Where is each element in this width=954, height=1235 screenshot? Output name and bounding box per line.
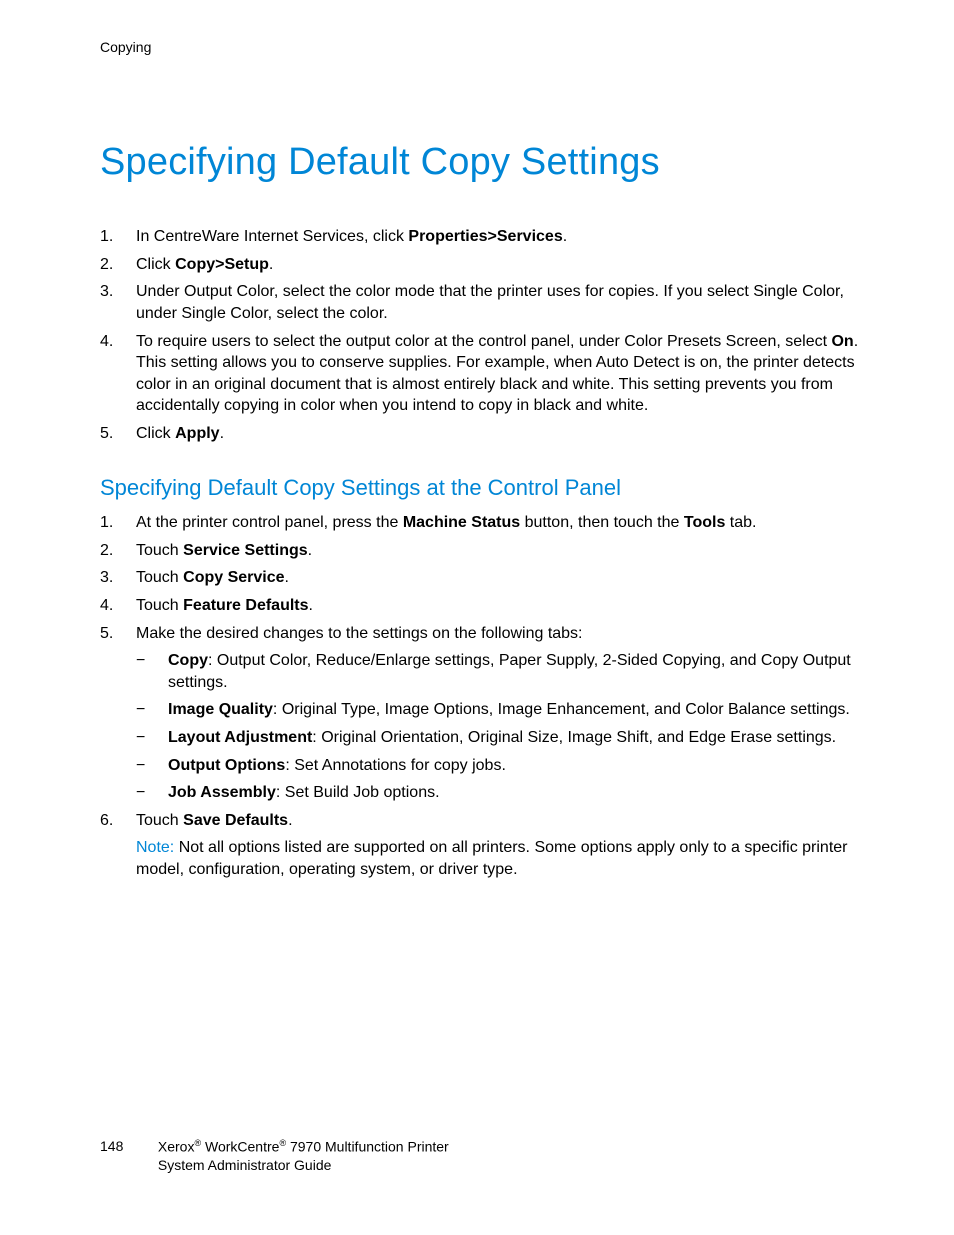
- text: .: [269, 256, 273, 273]
- text: button, then touch the: [520, 514, 684, 531]
- procedure-list-2: At the printer control panel, press the …: [100, 512, 868, 831]
- list-item: Touch Copy Service.: [100, 567, 868, 589]
- text: : Output Color, Reduce/Enlarge settings,…: [168, 652, 851, 691]
- list-item: Touch Save Defaults.: [100, 810, 868, 832]
- sub-list-item: Output Options: Set Annotations for copy…: [136, 755, 868, 777]
- bold-text: Job Assembly: [168, 784, 276, 801]
- text: : Original Orientation, Original Size, I…: [312, 729, 836, 746]
- bold-text: Layout Adjustment: [168, 729, 312, 746]
- text: Touch: [136, 569, 183, 586]
- bold-text: Apply: [175, 425, 219, 442]
- list-item: To require users to select the output co…: [100, 331, 868, 417]
- sub-list-item: Copy: Output Color, Reduce/Enlarge setti…: [136, 650, 868, 693]
- sub-list-item: Job Assembly: Set Build Job options.: [136, 782, 868, 804]
- text: Click: [136, 256, 175, 273]
- text: Make the desired changes to the settings…: [136, 625, 583, 642]
- section-heading: Specifying Default Copy Settings at the …: [100, 473, 868, 503]
- page-number: 148: [100, 1137, 154, 1156]
- text: .: [288, 812, 292, 829]
- list-item: At the printer control panel, press the …: [100, 512, 868, 534]
- bold-text: Copy>Setup: [175, 256, 269, 273]
- bold-text: Machine Status: [403, 514, 520, 531]
- text: .: [308, 542, 312, 559]
- bold-text: On: [831, 333, 853, 350]
- footer-text: Xerox® WorkCentre® 7970 Multifunction Pr…: [158, 1137, 449, 1175]
- text: : Set Build Job options.: [276, 784, 440, 801]
- bold-text: Feature Defaults: [183, 597, 308, 614]
- brand: Xerox: [158, 1138, 195, 1154]
- text: tab.: [725, 514, 756, 531]
- list-item: Make the desired changes to the settings…: [100, 623, 868, 804]
- procedure-list-1: In CentreWare Internet Services, click P…: [100, 226, 868, 444]
- text: .: [285, 569, 289, 586]
- text: Click: [136, 425, 175, 442]
- bold-text: Properties>Services: [408, 228, 562, 245]
- sub-list-item: Image Quality: Original Type, Image Opti…: [136, 699, 868, 721]
- list-item: Touch Service Settings.: [100, 540, 868, 562]
- text: .: [563, 228, 567, 245]
- bold-text: Copy Service: [183, 569, 284, 586]
- text: To require users to select the output co…: [136, 333, 831, 350]
- text: Touch: [136, 597, 183, 614]
- sub-list: Copy: Output Color, Reduce/Enlarge setti…: [136, 650, 868, 804]
- bold-text: Save Defaults: [183, 812, 288, 829]
- text: At the printer control panel, press the: [136, 514, 403, 531]
- text: : Set Annotations for copy jobs.: [285, 757, 506, 774]
- text: Touch: [136, 812, 183, 829]
- sub-list-item: Layout Adjustment: Original Orientation,…: [136, 727, 868, 749]
- bold-text: Output Options: [168, 757, 285, 774]
- product-name: 7970 Multifunction Printer: [286, 1138, 449, 1154]
- running-header: Copying: [100, 38, 868, 57]
- text: Under Output Color, select the color mod…: [136, 283, 844, 322]
- list-item: Under Output Color, select the color mod…: [100, 281, 868, 324]
- note-text: Not all options listed are supported on …: [136, 839, 848, 878]
- text: : Original Type, Image Options, Image En…: [273, 701, 850, 718]
- page-footer: 148 Xerox® WorkCentre® 7970 Multifunctio…: [100, 1137, 449, 1175]
- list-item: Click Apply.: [100, 423, 868, 445]
- text: Touch: [136, 542, 183, 559]
- note-label: Note:: [136, 839, 174, 856]
- text: .: [309, 597, 313, 614]
- list-item: Touch Feature Defaults.: [100, 595, 868, 617]
- bold-text: Service Settings: [183, 542, 308, 559]
- doc-title: System Administrator Guide: [158, 1157, 332, 1173]
- list-item: Click Copy>Setup.: [100, 254, 868, 276]
- text: .: [220, 425, 224, 442]
- bold-text: Copy: [168, 652, 208, 669]
- bold-text: Tools: [684, 514, 725, 531]
- note: Note: Not all options listed are support…: [100, 837, 868, 880]
- page-title: Specifying Default Copy Settings: [100, 137, 868, 188]
- brand: WorkCentre: [201, 1138, 279, 1154]
- list-item: In CentreWare Internet Services, click P…: [100, 226, 868, 248]
- text: In CentreWare Internet Services, click: [136, 228, 408, 245]
- bold-text: Image Quality: [168, 701, 273, 718]
